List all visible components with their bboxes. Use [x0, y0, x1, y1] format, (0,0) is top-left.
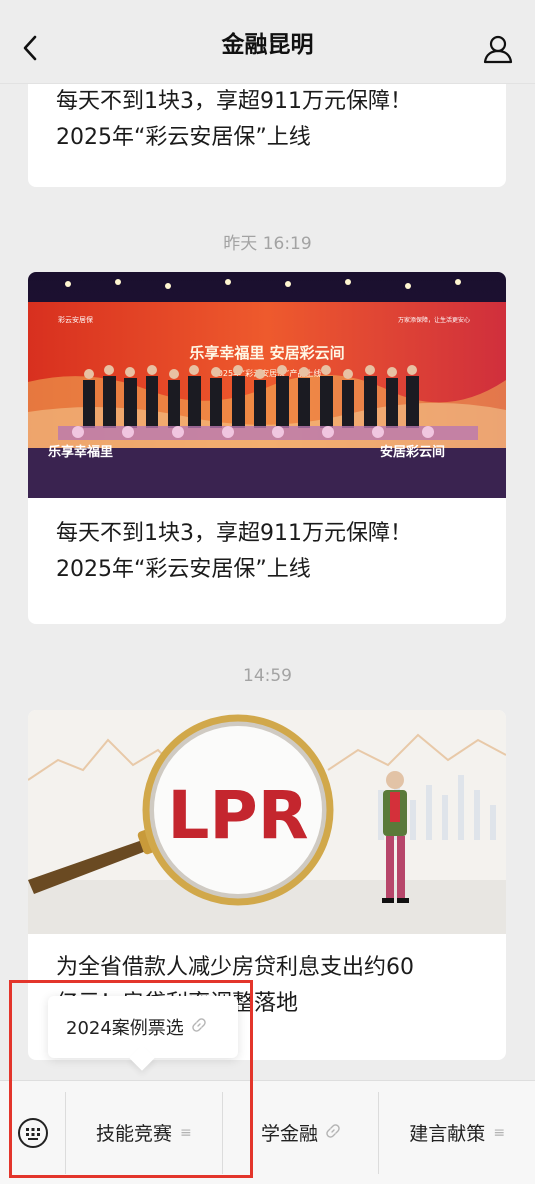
profile-button[interactable]	[483, 34, 513, 64]
timestamp: 昨天 16:19	[223, 234, 312, 254]
bottom-menu: 技能竞赛 ≡ 学金融 建言献策 ≡	[0, 1080, 535, 1184]
menu-item-label: 技能竞赛	[95, 1123, 172, 1145]
article-card[interactable]: 每天不到1块3，享超911万元保障！ 2025年“彩云安居保”上线	[28, 72, 506, 187]
article-title: 每天不到1块3，享超911万元保障！ 2025年“彩云安居保”上线	[56, 89, 412, 150]
submenu-popup[interactable]: 2024案例票选	[48, 996, 238, 1071]
popup-arrow	[129, 1045, 155, 1071]
right-sign: 安居彩云间	[380, 444, 445, 460]
menu-item-skills-contest[interactable]: 技能竞赛 ≡	[66, 1091, 223, 1174]
link-icon	[326, 1123, 340, 1142]
page-title: 金融昆明	[221, 31, 314, 58]
keyboard-toggle-button[interactable]	[0, 1091, 66, 1174]
user-icon	[483, 35, 513, 64]
article-image: 乐享幸福里 安居彩云间 2025年“彩云安居保”产品上线 彩云安居保 万家添保障…	[28, 272, 506, 498]
menu-icon: ≡	[179, 1124, 192, 1141]
keyboard-icon	[17, 1117, 48, 1148]
left-sign: 乐享幸福里	[48, 444, 113, 460]
article-card[interactable]: 乐享幸福里 安居彩云间 2025年“彩云安居保”产品上线 彩云安居保 万家添保障…	[28, 272, 506, 624]
menu-item-label: 建言献策	[409, 1123, 486, 1145]
chevron-left-icon	[23, 35, 37, 61]
submenu-item-label: 2024案例票选	[66, 1018, 184, 1039]
lens-text: LPR	[167, 777, 308, 854]
link-icon	[192, 1018, 206, 1036]
menu-icon: ≡	[493, 1124, 506, 1141]
menu-item-label: 学金融	[261, 1123, 319, 1145]
nav-header: 金融昆明	[0, 0, 535, 84]
article-title: 每天不到1块3，享超911万元保障！ 2025年“彩云安居保”上线	[56, 521, 412, 582]
logo-text: 彩云安居保	[58, 315, 93, 324]
article-image: LPR	[28, 710, 506, 934]
menu-item-suggestions[interactable]: 建言献策 ≡	[379, 1092, 535, 1174]
stage-title: 乐享幸福里 安居彩云间	[189, 344, 344, 362]
banner-right-text: 万家添保障，让生活更安心	[398, 316, 470, 324]
menu-item-learn-finance[interactable]: 学金融	[223, 1091, 380, 1174]
back-button[interactable]	[16, 34, 44, 62]
timestamp: 14:59	[243, 666, 292, 686]
